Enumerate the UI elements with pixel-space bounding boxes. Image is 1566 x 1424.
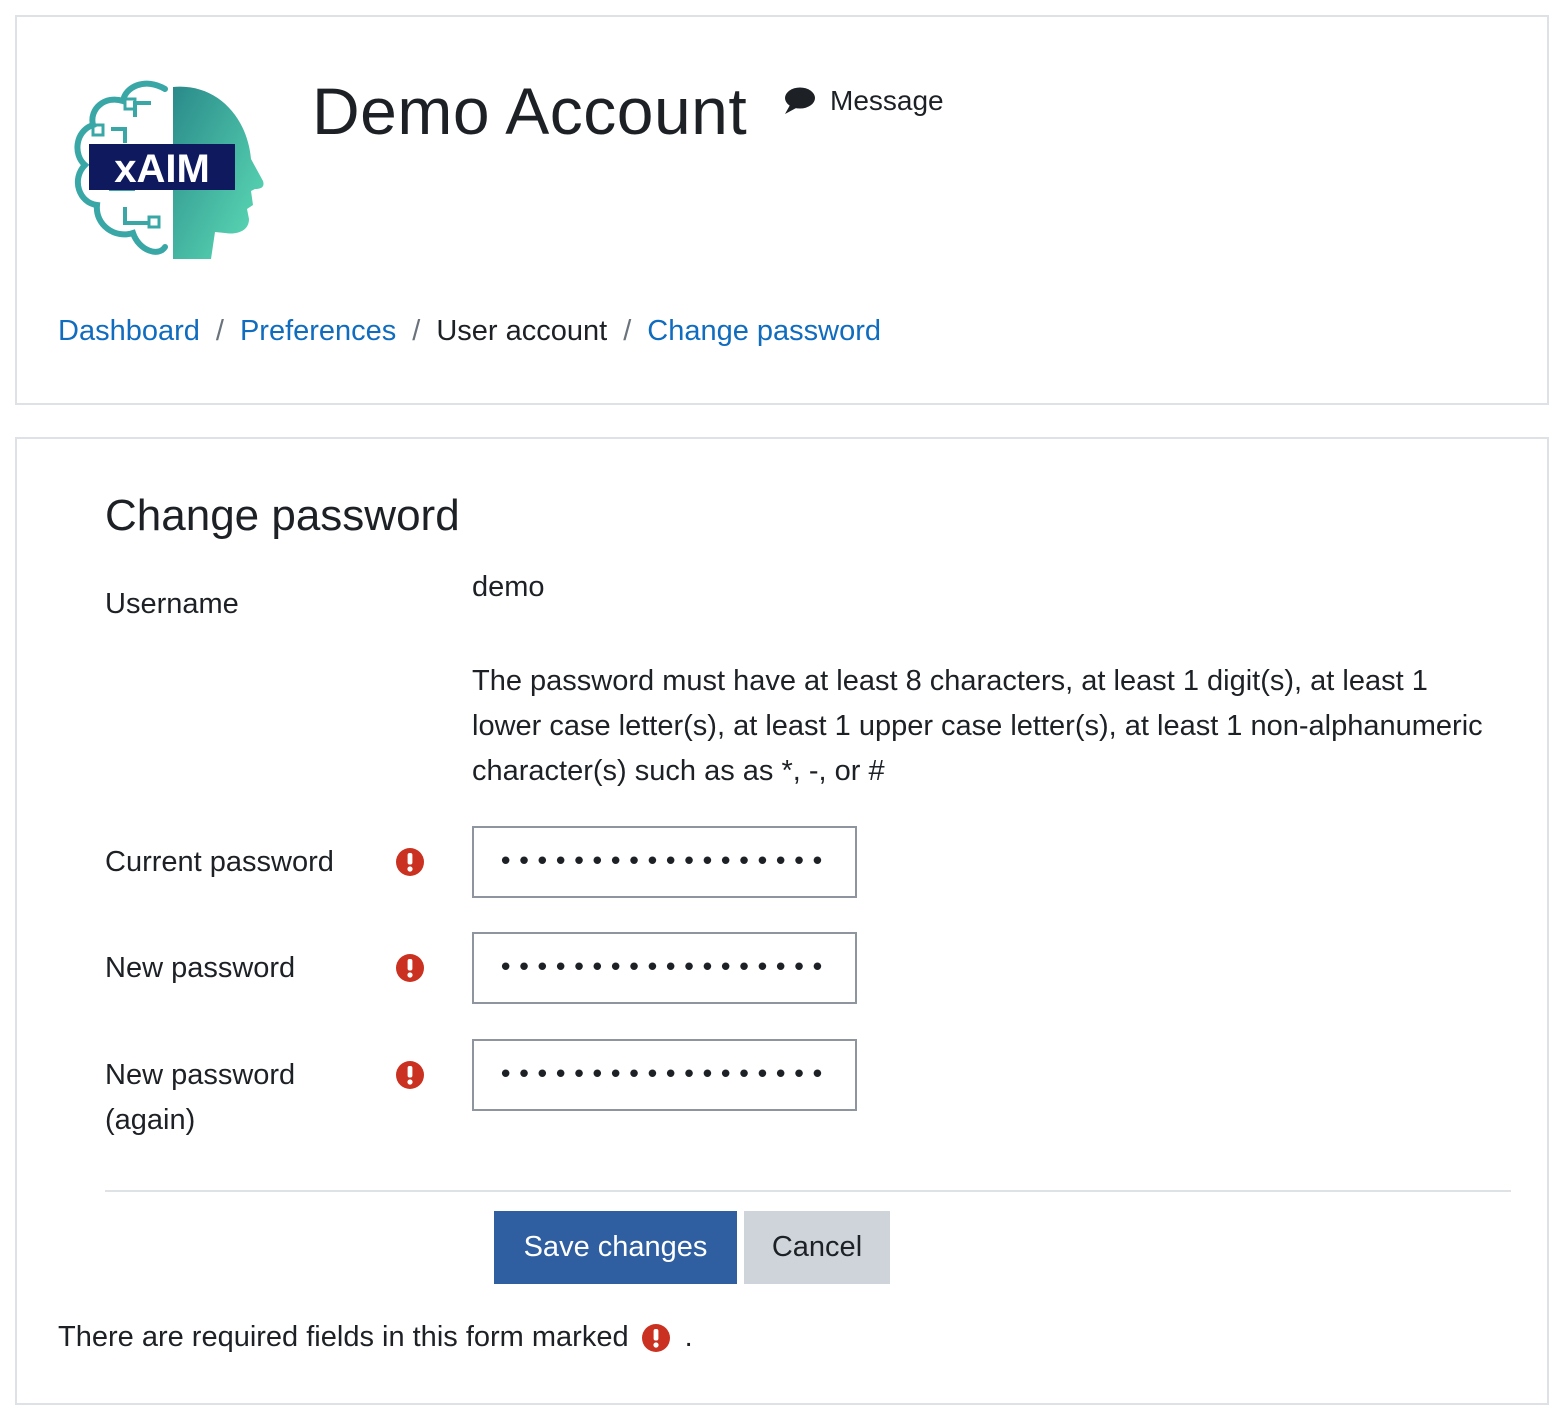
username-value: demo (472, 571, 545, 603)
breadcrumb-separator: / (412, 315, 421, 347)
required-fields-note: There are required fields in this form m… (58, 1321, 693, 1354)
breadcrumb-user-account: User account (436, 315, 608, 347)
cancel-button[interactable]: Cancel (744, 1211, 890, 1284)
speech-bubble-icon (785, 87, 815, 114)
page-title: Demo Account (312, 74, 748, 148)
current-password-input[interactable] (472, 826, 857, 898)
new-password-again-label-line2: (again) (105, 1104, 196, 1136)
required-exclamation-icon (396, 848, 424, 876)
new-password-again-label-line1: New password (105, 1059, 296, 1091)
breadcrumb-dashboard[interactable]: Dashboard (58, 315, 200, 348)
form-divider (105, 1190, 1511, 1192)
breadcrumb-change-password[interactable]: Change password (647, 315, 881, 348)
new-password-input[interactable] (472, 932, 857, 1004)
required-note-text: There are required fields in this form m… (58, 1321, 629, 1353)
required-exclamation-icon (396, 1061, 424, 1089)
message-button[interactable]: Message (782, 85, 944, 117)
password-policy-text: The password must have at least 8 charac… (472, 665, 1483, 787)
change-password-form: Change password Username demo The passwo… (15, 437, 1549, 1405)
new-password-label: New password (105, 952, 296, 984)
form-title: Change password (105, 491, 460, 540)
save-changes-button[interactable]: Save changes (494, 1211, 737, 1284)
new-password-again-label: New password (again) (105, 1053, 295, 1143)
breadcrumb: Dashboard / Preferences / User account /… (58, 315, 881, 348)
page-header: xAIM Demo Account Message Dashboard / Pr… (15, 15, 1549, 405)
xaim-logo: xAIM (65, 69, 265, 261)
breadcrumb-preferences[interactable]: Preferences (240, 315, 396, 348)
breadcrumb-separator: / (623, 315, 632, 347)
required-note-period: . (684, 1321, 693, 1353)
required-exclamation-icon (641, 1323, 670, 1352)
message-label: Message (830, 85, 944, 116)
username-label: Username (105, 588, 239, 620)
new-password-again-input[interactable] (472, 1039, 857, 1111)
breadcrumb-separator: / (215, 315, 224, 347)
required-exclamation-icon (396, 954, 424, 982)
logo-text: xAIM (114, 147, 210, 191)
current-password-label: Current password (105, 846, 334, 878)
